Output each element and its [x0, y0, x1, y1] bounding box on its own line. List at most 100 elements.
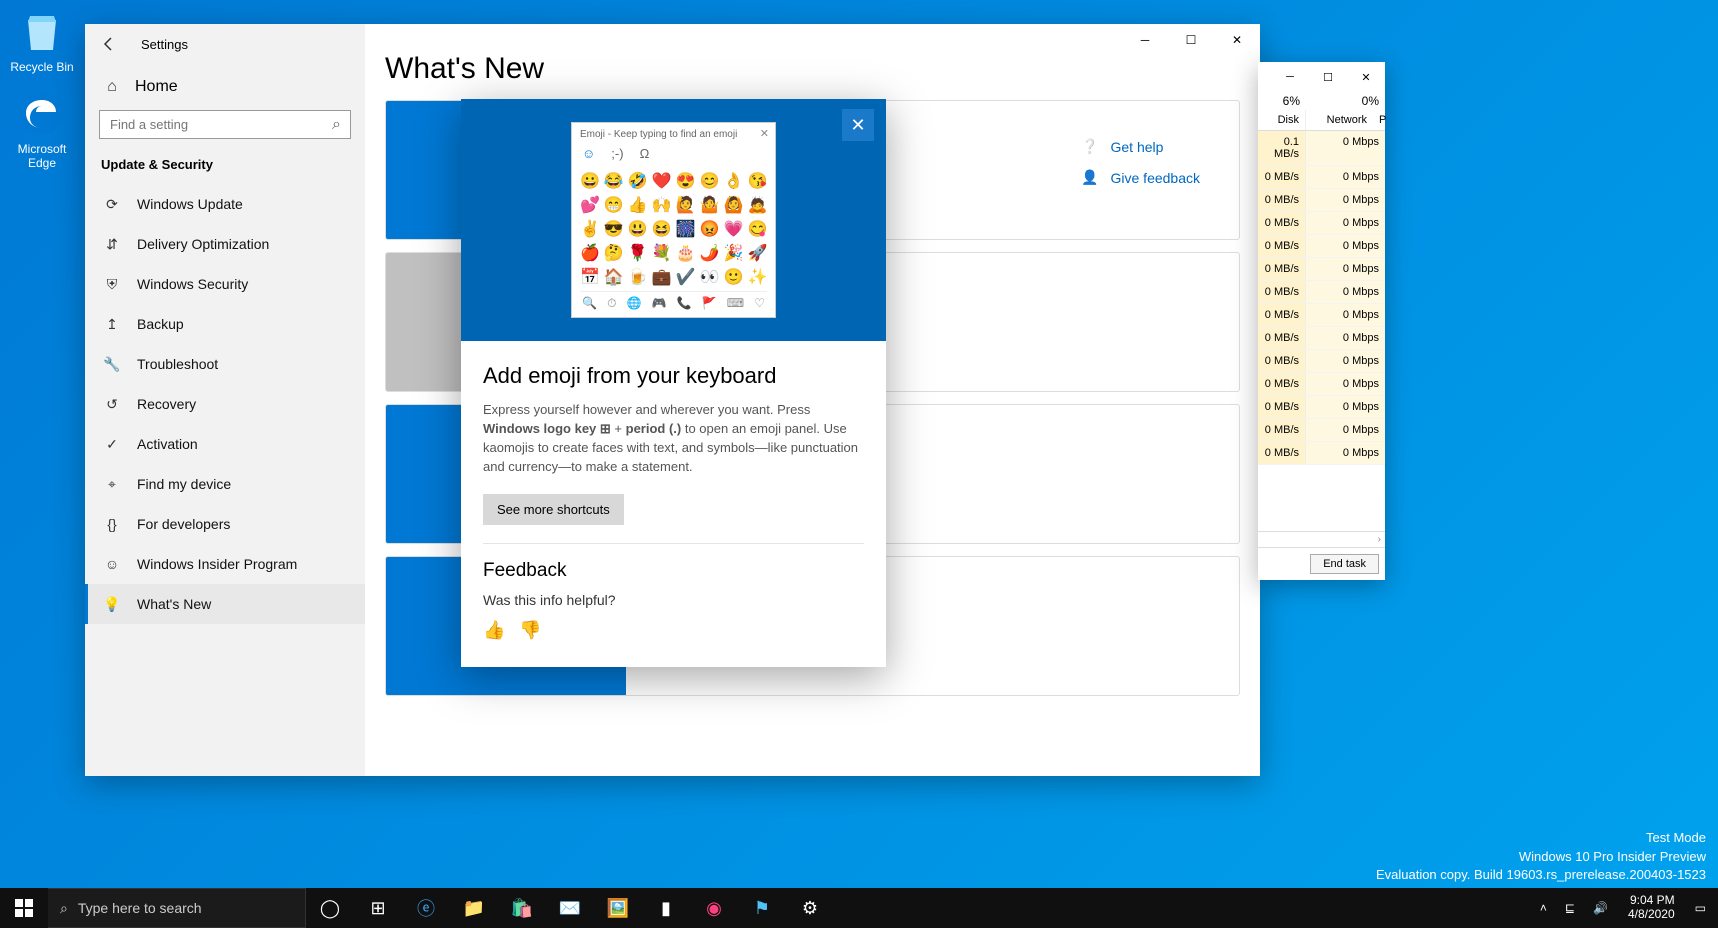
emoji-item[interactable]: 👀: [700, 267, 720, 287]
emoji-tab[interactable]: ;-): [611, 146, 623, 161]
emoji-item[interactable]: 🙂: [724, 267, 744, 287]
tm-row[interactable]: 0 MB/s0 Mbps: [1258, 304, 1385, 327]
emoji-item[interactable]: 😊: [700, 171, 720, 191]
tm-row[interactable]: 0 MB/s0 Mbps: [1258, 373, 1385, 396]
emoji-item[interactable]: 🤔: [604, 243, 624, 263]
emoji-item[interactable]: 😂: [604, 171, 624, 191]
get-help-link[interactable]: ❔ Get help: [1081, 138, 1200, 155]
tm-row[interactable]: 0 MB/s0 Mbps: [1258, 166, 1385, 189]
emoji-tab[interactable]: ☺: [582, 146, 595, 161]
emoji-item[interactable]: ✌️: [580, 219, 600, 239]
sidebar-item-find-my-device[interactable]: ⌖Find my device: [85, 464, 365, 504]
emoji-item[interactable]: 🎉: [724, 243, 744, 263]
sidebar-item-recovery[interactable]: ↺Recovery: [85, 384, 365, 424]
extra-column-header[interactable]: P: [1373, 110, 1385, 130]
emoji-tab[interactable]: Ω: [640, 146, 650, 161]
emoji-item[interactable]: 😡: [700, 219, 720, 239]
close-button[interactable]: ✕: [1214, 24, 1260, 56]
home-nav[interactable]: ⌂ Home: [85, 64, 365, 110]
emoji-category-icon[interactable]: 🔍: [582, 296, 597, 311]
tm-row[interactable]: 0 MB/s0 Mbps: [1258, 396, 1385, 419]
emoji-item[interactable]: 💕: [580, 195, 600, 215]
emoji-category-icon[interactable]: 📞: [677, 296, 692, 311]
emoji-item[interactable]: 🤷: [700, 195, 720, 215]
sidebar-item-troubleshoot[interactable]: 🔧Troubleshoot: [85, 344, 365, 384]
emoji-item[interactable]: 🚀: [747, 243, 767, 263]
sidebar-item-backup[interactable]: ↥Backup: [85, 304, 365, 344]
emoji-item[interactable]: 💼: [652, 267, 672, 287]
emoji-item[interactable]: 📅: [580, 267, 600, 287]
feedback-hub-icon[interactable]: ⚑: [738, 888, 786, 928]
see-more-shortcuts-button[interactable]: See more shortcuts: [483, 494, 624, 525]
emoji-category-icon[interactable]: ♡: [754, 296, 765, 311]
tm-row[interactable]: 0 MB/s0 Mbps: [1258, 281, 1385, 304]
emoji-item[interactable]: 🙋: [676, 195, 696, 215]
tm-row[interactable]: 0 MB/s0 Mbps: [1258, 442, 1385, 465]
tm-row[interactable]: 0 MB/s0 Mbps: [1258, 235, 1385, 258]
give-feedback-link[interactable]: 👤 Give feedback: [1081, 169, 1200, 186]
sidebar-item-delivery-optimization[interactable]: ⇵Delivery Optimization: [85, 224, 365, 264]
tm-horizontal-scroll[interactable]: ›: [1258, 531, 1385, 547]
tm-minimize-button[interactable]: ─: [1271, 71, 1309, 83]
emoji-item[interactable]: 😆: [652, 219, 672, 239]
mail-icon[interactable]: ✉️: [546, 888, 594, 928]
terminal-icon[interactable]: ▮: [642, 888, 690, 928]
disk-column-header[interactable]: Disk: [1258, 110, 1306, 130]
emoji-item[interactable]: 🎂: [676, 243, 696, 263]
emoji-category-icon[interactable]: 🚩: [702, 296, 717, 311]
emoji-item[interactable]: 😀: [580, 171, 600, 191]
emoji-item[interactable]: 👌: [724, 171, 744, 191]
emoji-item[interactable]: 🙌: [652, 195, 672, 215]
emoji-category-icon[interactable]: 🎮: [652, 296, 667, 311]
emoji-item[interactable]: 💐: [652, 243, 672, 263]
task-view-icon[interactable]: ⊞: [354, 888, 402, 928]
emoji-item[interactable]: ❤️: [652, 171, 672, 191]
emoji-item[interactable]: 😘: [747, 171, 767, 191]
tm-row[interactable]: 0 MB/s0 Mbps: [1258, 327, 1385, 350]
sidebar-item-activation[interactable]: ✓Activation: [85, 424, 365, 464]
emoji-item[interactable]: 🍺: [628, 267, 648, 287]
start-button[interactable]: [0, 888, 48, 928]
minimize-button[interactable]: ─: [1122, 24, 1168, 56]
sidebar-item-windows-insider-program[interactable]: ☺Windows Insider Program: [85, 544, 365, 584]
taskbar-search[interactable]: ⌕ Type here to search: [48, 888, 306, 928]
tip-close-button[interactable]: ✕: [842, 109, 874, 141]
sidebar-item-windows-update[interactable]: ⟳Windows Update: [85, 184, 365, 224]
emoji-item[interactable]: ✨: [747, 267, 767, 287]
cortana-icon[interactable]: ◯: [306, 888, 354, 928]
emoji-item[interactable]: 🌶️: [700, 243, 720, 263]
edge-icon[interactable]: Microsoft Edge: [4, 90, 80, 170]
settings-taskbar-icon[interactable]: ⚙: [786, 888, 834, 928]
tm-row[interactable]: 0 MB/s0 Mbps: [1258, 419, 1385, 442]
sidebar-item-what-s-new[interactable]: 💡What's New: [85, 584, 365, 624]
maximize-button[interactable]: ☐: [1168, 24, 1214, 56]
tm-row[interactable]: 0 MB/s0 Mbps: [1258, 350, 1385, 373]
tray-network-icon[interactable]: ⊑: [1559, 901, 1581, 915]
emoji-item[interactable]: 🏠: [604, 267, 624, 287]
photos-icon[interactable]: 🖼️: [594, 888, 642, 928]
emoji-item[interactable]: 😁: [604, 195, 624, 215]
settings-search-input[interactable]: [99, 110, 351, 139]
emoji-item[interactable]: 🙆: [724, 195, 744, 215]
groove-icon[interactable]: ◉: [690, 888, 738, 928]
thumbs-down-button[interactable]: 👎: [519, 620, 541, 641]
emoji-category-icon[interactable]: ⌨: [727, 296, 744, 311]
tm-row[interactable]: 0 MB/s0 Mbps: [1258, 189, 1385, 212]
emoji-item[interactable]: 🌹: [628, 243, 648, 263]
action-center-icon[interactable]: ▭: [1689, 901, 1712, 915]
emoji-item[interactable]: 😍: [676, 171, 696, 191]
taskbar-clock[interactable]: 9:04 PM 4/8/2020: [1620, 894, 1683, 922]
emoji-item[interactable]: 💗: [724, 219, 744, 239]
emoji-item[interactable]: ✔️: [676, 267, 696, 287]
file-explorer-icon[interactable]: 📁: [450, 888, 498, 928]
emoji-item[interactable]: 😃: [628, 219, 648, 239]
store-icon[interactable]: 🛍️: [498, 888, 546, 928]
emoji-item[interactable]: 😎: [604, 219, 624, 239]
emoji-item[interactable]: 😋: [747, 219, 767, 239]
sidebar-item-for-developers[interactable]: {}For developers: [85, 504, 365, 544]
tm-close-button[interactable]: ✕: [1347, 71, 1385, 84]
emoji-category-icon[interactable]: 🌐: [627, 296, 642, 311]
emoji-item[interactable]: 🤣: [628, 171, 648, 191]
thumbs-up-button[interactable]: 👍: [483, 620, 505, 641]
emoji-item[interactable]: 🍎: [580, 243, 600, 263]
